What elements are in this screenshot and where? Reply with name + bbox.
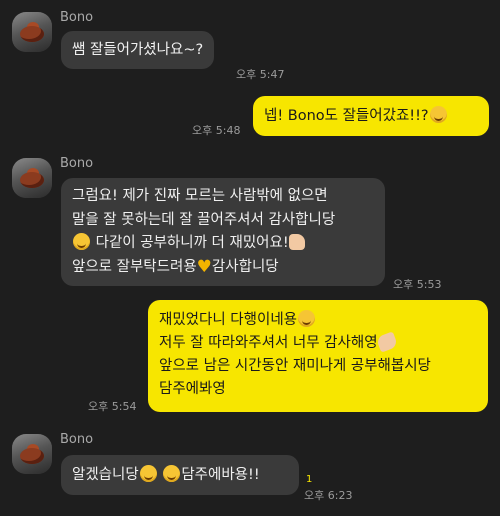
sender-name: Bono	[60, 432, 94, 447]
sender-name: Bono	[60, 10, 94, 25]
avatar[interactable]	[12, 158, 52, 198]
grinning-squint-emoji-icon	[298, 310, 316, 327]
message-line: 앞으로 잘부탁드려용♥감사합니당	[72, 256, 279, 277]
message-bubble[interactable]: 알겠습니당 담주에바용!!	[61, 455, 299, 495]
message-line: 담주에봐영	[159, 381, 226, 397]
avatar[interactable]	[12, 434, 52, 474]
message-time: 오후 5:54	[88, 400, 137, 413]
thumbs-up-emoji-icon	[288, 234, 305, 250]
message-line: 저두 잘 따라와주셔서 너무 감사해영	[159, 331, 477, 355]
avatar[interactable]	[12, 12, 52, 52]
clapping-hands-emoji-icon	[375, 331, 398, 353]
message-text: 쌤 잘들어가셨나요~?	[72, 42, 204, 58]
grinning-squint-emoji-icon	[163, 465, 181, 482]
grinning-squint-emoji-icon	[429, 106, 447, 123]
unread-count: 1	[306, 474, 313, 485]
message-bubble[interactable]: 넵! Bono도 잘들어갔죠!!?	[253, 96, 489, 136]
message-text: 넵! Bono도 잘들어갔죠!!?	[264, 108, 429, 124]
message-text: 담주에바용!!	[181, 467, 260, 483]
message-bubble[interactable]: 재밌었다니 다행이네용 저두 잘 따라와주셔서 너무 감사해영 앞으로 남은 시…	[148, 300, 488, 412]
message-line: 재밌었다니 다행이네용	[159, 309, 477, 332]
message-bubble[interactable]: 그럼요! 제가 진짜 모르는 사람밖에 없으면 말을 잘 못하는데 잘 끌어주셔…	[61, 178, 385, 286]
sender-name: Bono	[60, 156, 94, 171]
grinning-squint-emoji-icon	[73, 233, 90, 250]
message-line: 말을 잘 못하는데 잘 끌어주셔서 감사합니당	[72, 211, 336, 228]
message-text: 알겠습니당	[72, 467, 139, 483]
message-bubble[interactable]: 쌤 잘들어가셨나요~?	[61, 31, 215, 69]
message-time: 오후 5:47	[236, 68, 285, 81]
message-line: 다같이 공부하니까 더 재밌어요!	[72, 232, 374, 256]
message-line: 그럼요! 제가 진짜 모르는 사람밖에 없으면	[72, 188, 328, 204]
message-line: 앞으로 남은 시간동안 재미나게 공부해봅시당	[159, 358, 431, 374]
message-time: 오후 5:48	[192, 124, 241, 137]
message-time: 오후 5:53	[393, 278, 442, 291]
message-time: 오후 6:23	[304, 489, 353, 502]
yellow-heart-emoji-icon: ♥	[196, 256, 212, 277]
grinning-squint-emoji-icon	[139, 465, 157, 482]
